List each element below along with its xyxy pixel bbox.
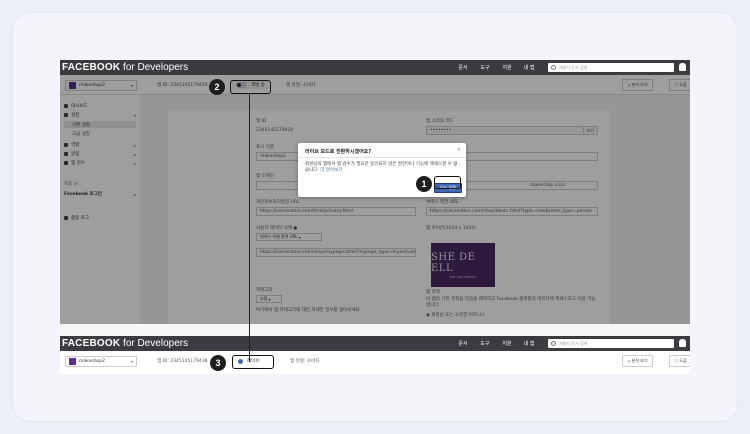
section-divider <box>60 324 690 336</box>
dev-toggle-highlight <box>230 80 271 94</box>
live-toggle-highlight <box>232 355 274 369</box>
nav-docs-after[interactable]: 문서 <box>452 340 474 347</box>
search-input-after[interactable]: 개발자 문서 검색 <box>548 339 674 348</box>
search-icon <box>551 341 556 346</box>
notification-bell-icon[interactable] <box>679 63 686 71</box>
switch-button-highlight <box>434 176 461 189</box>
dialog-body: 회원님의 앱에서 앱 검수가 필요한 승인되지 않은 권한이나 기능에 액세스할… <box>305 162 458 173</box>
nav-support-after[interactable]: 지원 <box>496 340 518 347</box>
nav-support[interactable]: 지원 <box>496 64 518 71</box>
step-badge-1: 1 <box>416 176 432 192</box>
nav-docs[interactable]: 문서 <box>452 64 474 71</box>
top-navigation-bar-after: FACEBOOK for Developers 문서 도구 지원 내 앱 개발자… <box>60 336 690 351</box>
facebook-brand-logo[interactable]: FACEBOOK for Developers <box>62 62 188 73</box>
app-avatar <box>69 358 76 365</box>
modal-backdrop <box>60 75 690 324</box>
nav-my-apps-after[interactable]: 내 앱 <box>518 340 540 347</box>
analytics-button-after[interactable]: ↗ 분석 보기 <box>622 355 653 367</box>
search-input[interactable]: 개발자 문서 검색 <box>548 63 674 72</box>
learn-more-link[interactable]: 더 알아보기 <box>320 168 342 173</box>
facebook-brand-logo-after[interactable]: FACEBOOK for Developers <box>62 338 188 349</box>
top-nav-links: 문서 도구 지원 내 앱 <box>452 60 540 75</box>
nav-my-apps[interactable]: 내 앱 <box>518 64 540 71</box>
app-header-bar-after: makeshop2 ▾ 앱 ID: 2345145179438 라이브 앱 유형… <box>60 351 690 371</box>
close-icon[interactable]: × <box>457 147 461 153</box>
nav-tools-after[interactable]: 도구 <box>474 340 496 347</box>
top-nav-links-after: 문서 도구 지원 내 앱 <box>452 336 540 351</box>
top-navigation-bar: FACEBOOK for Developers 문서 도구 지원 내 앱 개발자… <box>60 60 690 75</box>
nav-tools[interactable]: 도구 <box>474 64 496 71</box>
help-button-after[interactable]: ⓘ 도움 <box>669 355 690 367</box>
app-selector-dropdown-after[interactable]: makeshop2 ▾ <box>65 356 137 367</box>
step-badge-3: 3 <box>210 355 226 371</box>
step-badge-2: 2 <box>209 79 225 95</box>
notification-bell-icon[interactable] <box>679 339 686 347</box>
question-icon: ⓘ <box>674 358 678 363</box>
facebook-developers-screen: FACEBOOK for Developers 문서 도구 지원 내 앱 개발자… <box>60 60 690 374</box>
search-icon <box>551 65 556 70</box>
dialog-divider <box>298 157 466 158</box>
app-type-field-after: 앱 유형: 소비자 <box>290 359 320 364</box>
chevron-down-icon: ▾ <box>130 359 133 364</box>
app-id-field-after: 앱 ID: 2345145179438 <box>157 358 208 365</box>
dialog-title: 라이브 모드로 전환하시겠어요? <box>305 149 372 155</box>
connector-line <box>249 94 250 362</box>
trend-icon: ↗ <box>627 358 631 364</box>
